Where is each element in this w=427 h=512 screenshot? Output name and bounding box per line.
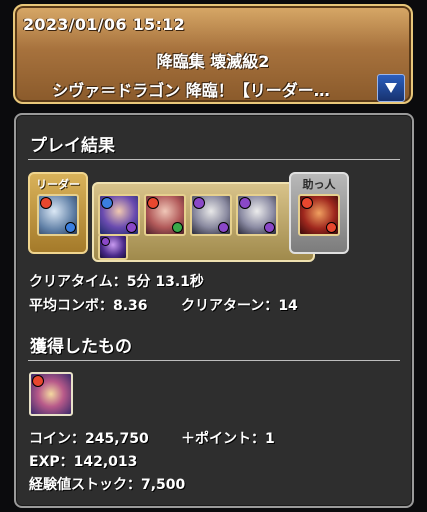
dropdown-arrow-icon: [385, 83, 397, 93]
sub-monster-card-1[interactable]: [98, 194, 140, 236]
exp-stock-value: 7,500: [141, 477, 186, 493]
sub-monster-card-4[interactable]: [236, 194, 278, 236]
exp-value: 142,013: [73, 454, 138, 470]
coin-reward: コイン：245,750: [29, 428, 149, 448]
helper-monster-card[interactable]: [298, 194, 340, 236]
sub-members-group: [92, 182, 315, 262]
sub-monster-card-2[interactable]: [144, 194, 186, 236]
dark-attribute-icon: [219, 223, 228, 232]
water-attribute-icon: [66, 223, 75, 232]
sub-monster-card-3[interactable]: [190, 194, 232, 236]
exp-label: EXP：: [29, 454, 74, 470]
rewards-title: 獲得したもの: [30, 337, 132, 357]
points-label: ＋ポイント：: [181, 431, 265, 447]
quest-subtitle: シヴァ＝ドラゴン 降臨！【リーダー…: [52, 81, 330, 100]
divider: [28, 159, 400, 160]
reward-monster-card[interactable]: [29, 372, 73, 416]
average-combo-label: 平均コンボ：: [29, 298, 113, 314]
clear-turn-value: 14: [278, 298, 298, 314]
clear-turn-label: クリアターン：: [181, 298, 279, 314]
average-combo-value: 8.36: [113, 298, 148, 314]
helper-slot[interactable]: 助っ人: [289, 172, 349, 254]
clear-time: クリアタイム：5分 13.1秒: [29, 271, 204, 291]
dark-attribute-icon: [127, 223, 136, 232]
play-datetime: 2023/01/06 15:12: [23, 15, 186, 34]
fire-attribute-icon: [302, 198, 312, 208]
quest-header: 2023/01/06 15:12 降臨集 壊滅級2 シヴァ＝ドラゴン 降臨！【リ…: [13, 4, 413, 104]
dark-attribute-icon: [194, 198, 204, 208]
average-combo: 平均コンボ：8.36: [29, 295, 148, 315]
clear-time-label: クリアタイム：: [29, 274, 127, 290]
points-reward: ＋ポイント：1: [181, 428, 275, 448]
dropdown-button[interactable]: [377, 74, 405, 102]
dark-attribute-icon: [265, 223, 274, 232]
helper-label: 助っ人: [302, 178, 336, 191]
dark-attribute-icon: [240, 198, 250, 208]
dark-attribute-icon: [102, 238, 109, 245]
exp-stock-label: 経験値ストック：: [29, 477, 141, 493]
fire-attribute-icon: [148, 198, 158, 208]
fire-attribute-icon: [327, 223, 336, 232]
fire-attribute-icon: [33, 376, 43, 386]
leader-label: リーダー: [36, 178, 80, 191]
divider: [28, 360, 400, 361]
water-attribute-icon: [102, 198, 112, 208]
exp-reward: EXP：142,013: [29, 451, 137, 471]
wood-attribute-icon: [173, 223, 182, 232]
coin-label: コイン：: [29, 431, 85, 447]
play-result-title: プレイ結果: [30, 136, 115, 156]
result-panel: プレイ結果 リーダー 助っ人 クリアタイム：5分 13.1秒 平均コンボ：8.3…: [14, 113, 414, 508]
exp-stock-reward: 経験値ストック：7,500: [29, 474, 185, 494]
leader-monster-card[interactable]: [37, 194, 79, 236]
quest-title: 降臨集 壊滅級2: [156, 52, 270, 71]
clear-turn: クリアターン：14: [181, 295, 298, 315]
clear-time-value: 5分 13.1秒: [126, 274, 204, 290]
fire-attribute-icon: [41, 198, 51, 208]
coin-value: 245,750: [85, 431, 149, 447]
points-value: 1: [265, 431, 275, 447]
assist-monster-card[interactable]: [98, 234, 128, 260]
leader-slot[interactable]: リーダー: [28, 172, 88, 254]
